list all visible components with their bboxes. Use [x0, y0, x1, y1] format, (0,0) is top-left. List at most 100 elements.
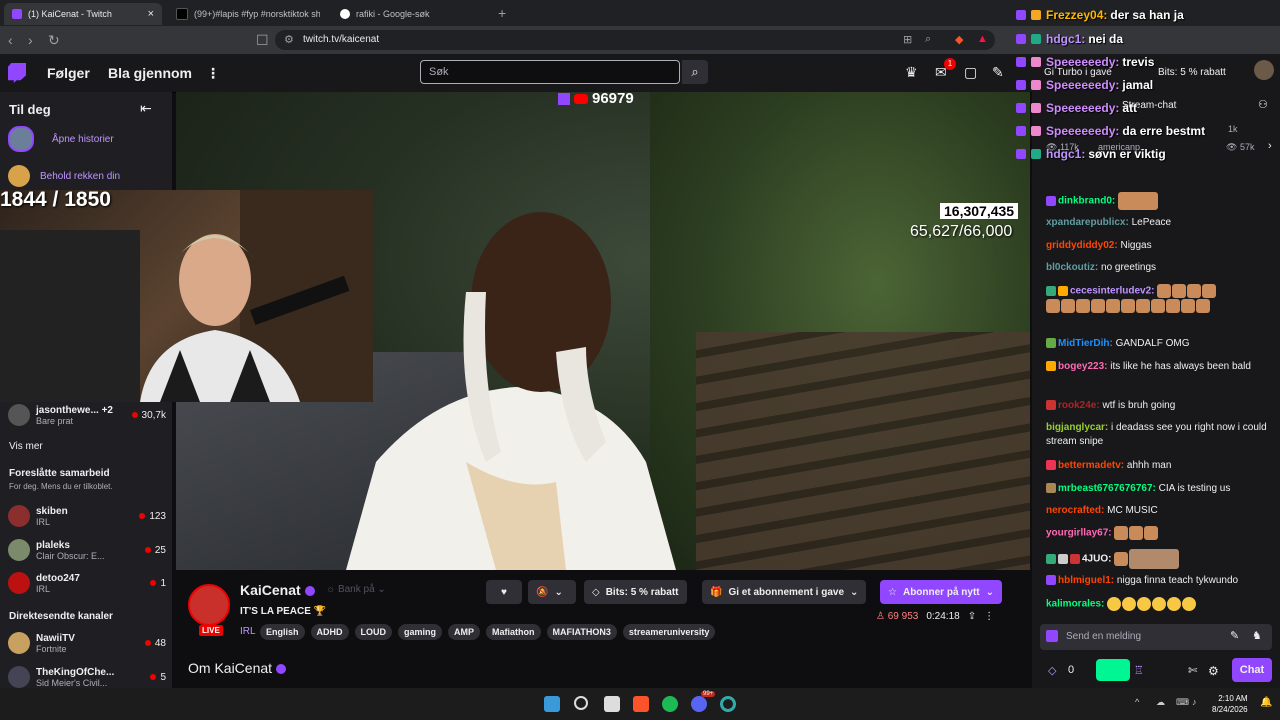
search-button[interactable]: ⌕ [682, 60, 708, 84]
avatar [8, 539, 30, 561]
tray-chevron-icon[interactable]: ^ [1135, 697, 1139, 707]
stories-row[interactable]: Åpne historier [8, 126, 166, 152]
system-clock[interactable]: 2:10 AM 8/24/2026 [1212, 693, 1248, 715]
live-dot-icon [144, 547, 151, 553]
chat-message: mrbeast6767676767: CIA is testing us [1046, 482, 1274, 496]
tag[interactable]: gaming [398, 624, 443, 640]
discord-icon[interactable] [691, 696, 707, 712]
tray-app-icon[interactable]: ☁ [1156, 697, 1165, 708]
channel-name: plaleks [36, 539, 70, 551]
search-input[interactable]: Søk [420, 60, 680, 84]
file-explorer-icon[interactable] [604, 696, 620, 712]
stream-category-link[interactable]: IRL [240, 626, 256, 637]
browser-tab-google[interactable]: rafiki - Google-søk [332, 3, 492, 25]
community-icon[interactable]: ⚇ [1258, 98, 1268, 111]
overlay-chat-line: Speeeeeedy: jamal [1016, 78, 1153, 92]
clock-time: 2:10 AM [1218, 694, 1248, 703]
channel-points-icon[interactable]: ◇ [1048, 664, 1056, 677]
tag[interactable]: English [260, 624, 305, 640]
chat-message-input[interactable]: Send en melding ✎ ♞ [1040, 624, 1272, 650]
whispers-icon[interactable]: ▢ [964, 64, 977, 81]
see-more-link[interactable]: Vis mer [9, 441, 43, 452]
bookmark-icon[interactable]: ☐ [256, 32, 269, 49]
new-tab-icon[interactable]: + [498, 5, 506, 21]
search-icon[interactable] [574, 696, 588, 710]
more-options-icon[interactable]: ⋮ [984, 611, 994, 622]
share-icon[interactable]: ⇪ [968, 611, 976, 622]
prediction-icon[interactable]: ♖ [1134, 664, 1144, 677]
notification-bell-button[interactable]: 🔕 ⌄ [528, 580, 576, 604]
url-text: twitch.tv/kaicenat [303, 34, 380, 45]
translate-icon[interactable]: ⊞ [903, 33, 912, 46]
back-icon[interactable]: ‹ [8, 32, 13, 48]
nav-browse[interactable]: Bla gjennom [108, 65, 192, 81]
star-icon: ☆ [888, 586, 897, 598]
more-menu-icon[interactable]: ⋮ [206, 65, 220, 82]
settings-gear-icon[interactable]: ⚙ [1208, 664, 1219, 678]
streak-link[interactable]: Behold rekken din [40, 171, 120, 182]
sidebar-item-skiben[interactable]: skiben IRL 123 [8, 505, 166, 527]
volume-icon[interactable]: ♪ [1192, 697, 1197, 707]
bits-discount-link[interactable]: Bits: 5 % rabatt [1158, 67, 1226, 78]
user-avatar[interactable] [1254, 60, 1274, 80]
prime-loot-icon[interactable]: ♛ [905, 64, 918, 81]
claim-bonus-button[interactable] [1096, 659, 1130, 681]
channel-name: TheKingOfChe... [36, 666, 115, 678]
send-chat-button[interactable]: Chat [1232, 658, 1272, 682]
bank-pa-button[interactable]: ☼ Bank på ⌄ [326, 584, 386, 595]
overlay-chat-line: hdgc1: søvn er viktig [1016, 147, 1166, 161]
mod-tools-icon[interactable]: ✄ [1188, 664, 1197, 677]
tag[interactable]: streameruniversity [622, 624, 716, 640]
emote-picker-icon[interactable]: ✎ [1230, 629, 1239, 642]
bell-off-icon: 🔕 [536, 586, 549, 598]
follow-heart-button[interactable]: ♥ [486, 580, 522, 604]
url-field[interactable]: ⚙ twitch.tv/kaicenat ⊞ ⌕ ◆ ▲ [275, 30, 995, 50]
sidebar-item-nawiitv[interactable]: NawiiTV Fortnite 48 [8, 632, 166, 654]
ccleaner-icon[interactable] [720, 696, 736, 712]
reload-icon[interactable]: ↻ [48, 32, 60, 49]
tag[interactable]: AMP [448, 624, 481, 640]
collapse-sidebar-icon[interactable]: ⇤ [140, 100, 152, 117]
tag-list: English ADHD LOUD gaming AMP Mafiathon M… [260, 624, 716, 640]
rewards-icon[interactable]: ▲ [977, 33, 988, 45]
gift-sub-button[interactable]: 🎁 Gi et abonnement i gave ⌄ [702, 580, 867, 604]
sidebar-item-plaleks[interactable]: plaleks Clair Obscur: E... 25 [8, 539, 166, 561]
sidebar-item-jasonthewe[interactable]: jasonthewe... +2 Bare prat 30,7k [8, 404, 166, 426]
tag[interactable]: Mafiathon [486, 624, 541, 640]
sidebar-title: Til deg [9, 102, 51, 117]
bits-icon[interactable]: ✎ [992, 64, 1004, 81]
resubscribe-button[interactable]: ☆ Abonner på nytt ⌄ [880, 580, 1003, 604]
stream-stats: ♙ 69 953 0:24:18 ⇪ ⋮ [876, 611, 994, 622]
site-info-icon[interactable]: ⚙ [284, 33, 294, 46]
chat-badge-icon[interactable] [1046, 630, 1058, 642]
stories-link[interactable]: Åpne historier [52, 134, 114, 145]
channel-avatar[interactable] [188, 584, 230, 626]
twitch-logo-icon[interactable] [8, 63, 26, 83]
streak-row[interactable]: Behold rekken din [8, 165, 166, 187]
zoom-icon[interactable]: ⌕ [925, 33, 931, 46]
channel-name-row[interactable]: KaiCenat [240, 582, 315, 598]
nav-following[interactable]: Følger [47, 65, 90, 81]
avatar [8, 126, 34, 152]
brave-shield-icon[interactable]: ◆ [955, 33, 963, 46]
chevron-right-icon[interactable]: › [1268, 140, 1272, 152]
sidebar-item-detoo247[interactable]: detoo247 IRL 1 [8, 572, 166, 594]
network-icon[interactable]: ⌨ [1176, 697, 1189, 708]
chat-message: xpandarepublicx: LePeace [1046, 217, 1172, 228]
spotify-icon[interactable] [662, 696, 678, 712]
bits-discount-button[interactable]: ◇ Bits: 5 % rabatt [584, 580, 687, 604]
twitch-favicon-icon [12, 9, 22, 19]
channel-points-count: 0 [1068, 664, 1075, 676]
tag[interactable]: LOUD [354, 624, 393, 640]
browser-tab-twitch[interactable]: (1) KaiCenat - Twitch × [4, 3, 162, 25]
sidebar-item-thekingofche[interactable]: TheKingOfChe... Sid Meier's Civil... 5 [8, 666, 166, 688]
forward-icon[interactable]: › [28, 32, 33, 48]
tag[interactable]: ADHD [310, 624, 349, 640]
bits-cheer-icon[interactable]: ♞ [1252, 629, 1262, 642]
notifications-icon[interactable]: 🔔 [1260, 697, 1272, 708]
browser-tab-tiktok[interactable]: (99+)#lapis #fyp #norsktiktok shout... [168, 3, 328, 25]
close-tab-icon[interactable]: × [148, 8, 154, 20]
tag[interactable]: MAFIATHON3 [546, 624, 617, 640]
brave-browser-icon[interactable] [633, 696, 649, 712]
windows-start-icon[interactable] [544, 696, 560, 712]
